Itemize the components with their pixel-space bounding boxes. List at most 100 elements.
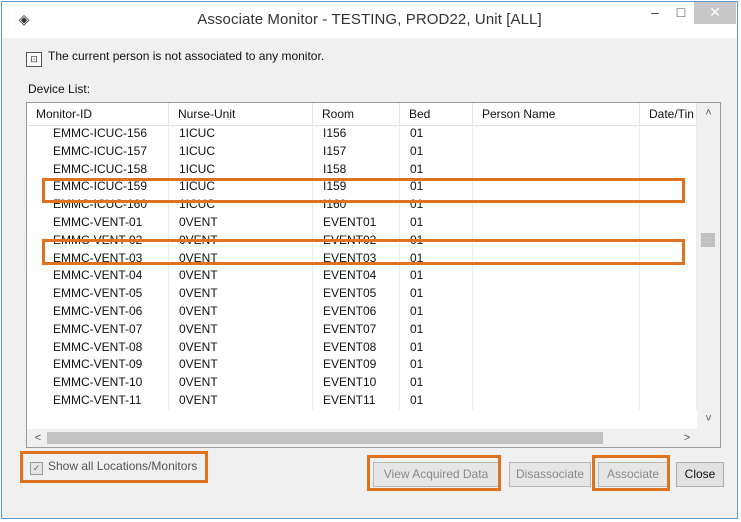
close-button[interactable]: Close	[676, 462, 724, 487]
disassociate-button[interactable]: Disassociate	[509, 462, 591, 487]
show-all-checkbox[interactable]: ✓	[30, 462, 43, 475]
cell-nurse-unit: 0VENT	[169, 356, 313, 375]
cell-room: EVENT03	[313, 249, 400, 268]
table-row[interactable]: EMMC-VENT-04 0VENT EVENT04 01	[27, 267, 697, 286]
cell-person-name	[473, 338, 640, 357]
cell-room: EVENT05	[313, 285, 400, 303]
cell-date-time	[640, 391, 697, 410]
window-close-button[interactable]: ✕	[694, 2, 736, 24]
table-row[interactable]: EMMC-VENT-02 0VENT EVENT02 01	[27, 231, 697, 250]
table-row[interactable]: EMMC-ICUC-160 1ICUC I160 01	[27, 196, 697, 214]
table-row[interactable]: EMMC-VENT-07 0VENT EVENT07 01	[27, 320, 697, 339]
cell-nurse-unit: 0VENT	[169, 302, 313, 321]
cell-nurse-unit: 0VENT	[169, 249, 313, 268]
table-row[interactable]: EMMC-ICUC-156 1ICUC I156 01	[27, 125, 697, 143]
cell-date-time	[640, 196, 697, 214]
cell-monitor-id: EMMC-ICUC-157	[27, 142, 169, 161]
cell-date-time	[640, 178, 697, 197]
cell-monitor-id: EMMC-VENT-05	[27, 285, 169, 303]
maximize-button[interactable]: □	[668, 2, 694, 24]
cell-monitor-id: EMMC-VENT-09	[27, 356, 169, 375]
cell-bed: 01	[400, 196, 473, 214]
associate-button[interactable]: Associate	[598, 462, 668, 487]
cell-monitor-id: EMMC-VENT-02	[27, 231, 169, 250]
associate-monitor-dialog: ◈ Associate Monitor - TESTING, PROD22, U…	[1, 1, 738, 519]
cell-bed: 01	[400, 356, 473, 375]
scroll-up-icon[interactable]: ˄	[697, 105, 720, 121]
table-row[interactable]: EMMC-VENT-06 0VENT EVENT06 01	[27, 302, 697, 321]
cell-room: EVENT07	[313, 320, 400, 339]
table-row[interactable]: EMMC-VENT-03 0VENT EVENT03 01	[27, 249, 697, 268]
cell-date-time	[640, 213, 697, 232]
cell-date-time	[640, 267, 697, 286]
cell-person-name	[473, 391, 640, 410]
vertical-scrollbar[interactable]: ˄ ˅	[697, 103, 720, 429]
cell-bed: 01	[400, 391, 473, 410]
table-row[interactable]: EMMC-VENT-05 0VENT EVENT05 01	[27, 285, 697, 303]
show-all-locations-toggle[interactable]: ✓ Show all Locations/Monitors	[30, 459, 197, 475]
column-header-nurse-unit[interactable]: Nurse-Unit	[169, 103, 313, 125]
cell-person-name	[473, 374, 640, 392]
window-title: Associate Monitor - TESTING, PROD22, Uni…	[197, 11, 542, 28]
table-row[interactable]: EMMC-VENT-01 0VENT EVENT01 01	[27, 213, 697, 232]
horizontal-scrollbar[interactable]: < >	[27, 429, 697, 447]
cell-person-name	[473, 302, 640, 321]
cell-monitor-id: EMMC-VENT-10	[27, 374, 169, 392]
cell-date-time	[640, 125, 697, 143]
column-header-bed[interactable]: Bed	[400, 103, 473, 125]
table-row[interactable]: EMMC-VENT-11 0VENT EVENT11 01	[27, 391, 697, 410]
cell-person-name	[473, 285, 640, 303]
table-row[interactable]: EMMC-VENT-08 0VENT EVENT08 01	[27, 338, 697, 357]
table-row[interactable]: EMMC-ICUC-157 1ICUC I157 01	[27, 142, 697, 161]
cell-person-name	[473, 320, 640, 339]
cell-person-name	[473, 249, 640, 268]
cell-monitor-id: EMMC-VENT-06	[27, 302, 169, 321]
show-all-label: Show all Locations/Monitors	[48, 459, 198, 473]
association-status: ⊡ The current person is not associated to…	[26, 49, 324, 67]
cell-room: EVENT02	[313, 231, 400, 250]
table-row[interactable]: EMMC-VENT-10 0VENT EVENT10 01	[27, 374, 697, 392]
cell-person-name	[473, 125, 640, 143]
cell-person-name	[473, 356, 640, 375]
scroll-left-icon[interactable]: <	[30, 429, 46, 447]
table-row[interactable]: EMMC-ICUC-159 1ICUC I159 01	[27, 178, 697, 197]
table-row[interactable]: EMMC-VENT-09 0VENT EVENT09 01	[27, 356, 697, 375]
scroll-right-icon[interactable]: >	[679, 429, 695, 447]
cell-nurse-unit: 0VENT	[169, 285, 313, 303]
cell-person-name	[473, 196, 640, 214]
cell-room: EVENT04	[313, 267, 400, 286]
cell-bed: 01	[400, 213, 473, 232]
table-row[interactable]: EMMC-ICUC-158 1ICUC I158 01	[27, 160, 697, 179]
horizontal-scroll-thumb[interactable]	[47, 432, 603, 444]
cell-nurse-unit: 1ICUC	[169, 160, 313, 179]
cell-date-time	[640, 320, 697, 339]
cell-monitor-id: EMMC-ICUC-156	[27, 125, 169, 143]
scroll-down-icon[interactable]: ˅	[697, 411, 720, 427]
cell-monitor-id: EMMC-ICUC-159	[27, 178, 169, 197]
cell-room: I159	[313, 178, 400, 197]
cell-date-time	[640, 356, 697, 375]
cell-nurse-unit: 0VENT	[169, 267, 313, 286]
cell-nurse-unit: 1ICUC	[169, 142, 313, 161]
cell-nurse-unit: 1ICUC	[169, 125, 313, 143]
cell-date-time	[640, 160, 697, 179]
vertical-scroll-thumb[interactable]	[701, 233, 715, 247]
cell-nurse-unit: 0VENT	[169, 320, 313, 339]
column-header-person-name[interactable]: Person Name	[473, 103, 640, 125]
cell-nurse-unit: 0VENT	[169, 213, 313, 232]
device-list[interactable]: Monitor-ID Nurse-Unit Room Bed Person Na…	[26, 102, 721, 448]
cell-room: I157	[313, 142, 400, 161]
column-header-date-time[interactable]: Date/Tin	[640, 103, 697, 125]
column-header-monitor-id[interactable]: Monitor-ID	[27, 103, 169, 125]
minimize-button[interactable]: –	[642, 2, 668, 24]
cell-room: I156	[313, 125, 400, 143]
column-header-room[interactable]: Room	[313, 103, 400, 125]
cell-person-name	[473, 160, 640, 179]
person-unlinked-icon: ⊡	[26, 52, 42, 67]
view-acquired-data-button[interactable]: View Acquired Data	[373, 462, 499, 487]
cell-person-name	[473, 213, 640, 232]
cell-monitor-id: EMMC-ICUC-160	[27, 196, 169, 214]
cell-bed: 01	[400, 285, 473, 303]
device-list-label: Device List:	[28, 82, 91, 96]
cell-person-name	[473, 142, 640, 161]
